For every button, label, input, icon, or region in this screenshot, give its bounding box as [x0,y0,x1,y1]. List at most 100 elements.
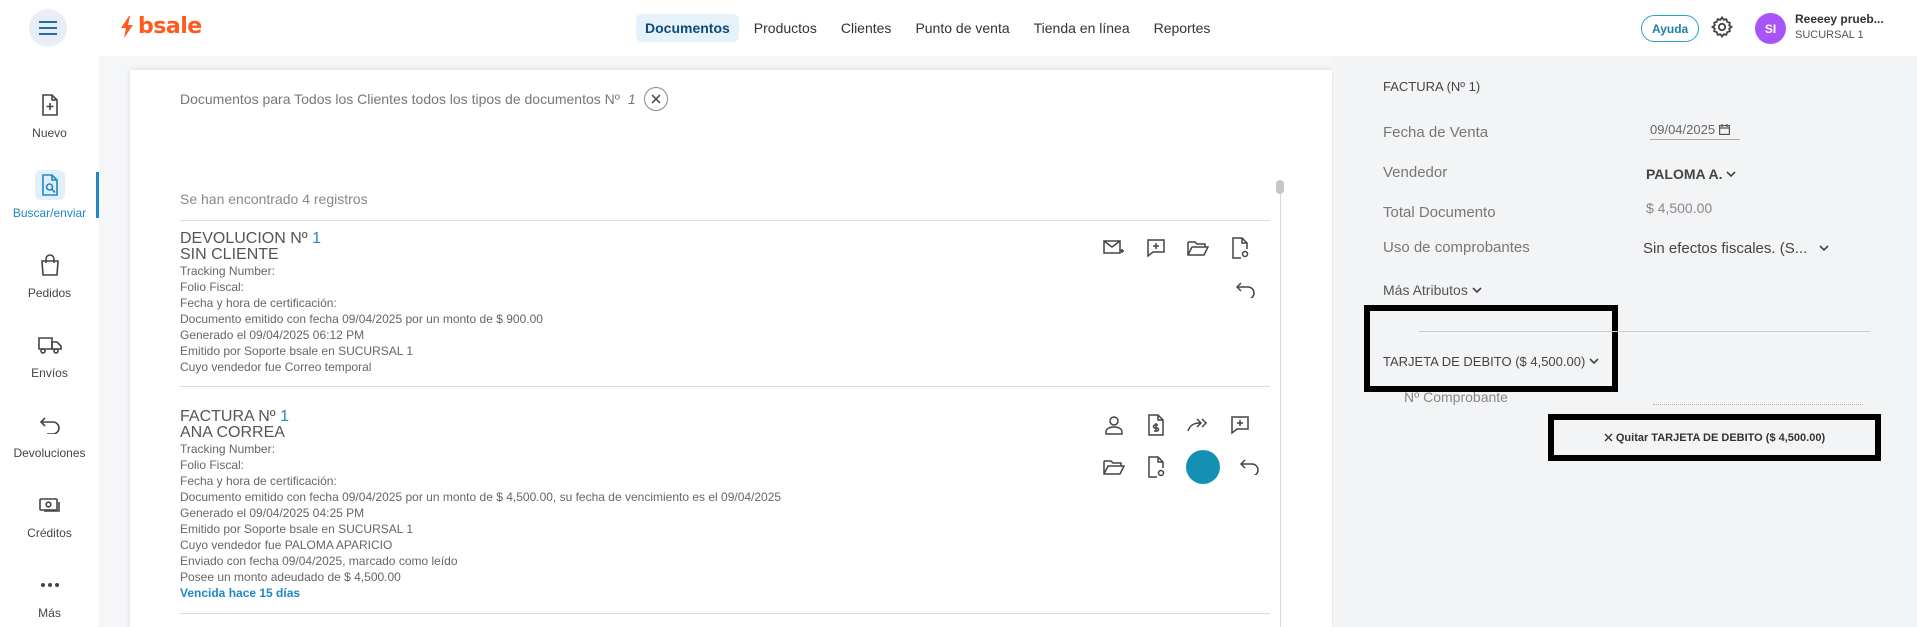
bag-icon [40,254,59,276]
help-button[interactable]: Ayuda [1641,15,1700,42]
payment-method-label: TARJETA DE DEBITO ($ 4,500.00) [1383,354,1586,369]
vendedor-label: Vendedor [1383,164,1448,181]
fecha-value: 09/04/2025 [1650,122,1716,137]
user-avatar[interactable]: SI [1755,13,1786,44]
record-actions [1102,236,1252,260]
sidebar-item-buscar-enviar[interactable]: Buscar/enviar [0,160,99,230]
nav-reportes[interactable]: Reportes [1145,14,1220,42]
search-summary-text: Documentos para Todos los Clientes todos… [180,91,620,107]
settings-button[interactable] [1710,15,1734,44]
sidebar-label: Buscar/enviar [12,206,87,220]
search-document-icon [41,174,58,196]
vendedor-select[interactable]: PALOMA A. [1646,166,1737,182]
scrollbar-track[interactable] [1280,194,1281,627]
hamburger-icon [39,21,57,35]
overdue-link[interactable]: Vencida hace 15 días [180,585,1260,601]
documents-panel: Documentos para Todos los Clientes todos… [130,70,1332,627]
calendar-icon[interactable] [1719,124,1731,135]
divider [180,613,1270,614]
return-document-button[interactable] [1234,278,1258,302]
primary-action-button[interactable] [1186,450,1220,484]
send-email-button[interactable] [1102,236,1126,260]
search-summary-number: 1 [627,91,636,107]
uso-value: Sin efectos fiscales. (S... [1643,240,1808,257]
nav-clientes[interactable]: Clientes [832,14,901,42]
credit-icon [38,498,60,512]
uso-select[interactable]: Sin efectos fiscales. (S... [1643,240,1829,257]
record-line: Generado el 09/04/2025 04:25 PM [180,506,365,520]
record-title: DEVOLUCION Nº 1 [180,230,321,247]
divider [180,220,1270,221]
record-line: Emitido por Soporte bsale en SUCURSAL 1 [180,344,414,358]
nav-productos[interactable]: Productos [745,14,826,42]
bsale-bolt-icon [121,15,133,38]
bsale-logo[interactable]: bsale [120,14,202,39]
forward-button[interactable] [1186,413,1210,437]
detail-heading: FACTURA (Nº 1) [1383,79,1481,94]
remove-payment-label: Quitar TARJETA DE DEBITO ($ 4,500.00) [1615,431,1826,444]
nav-tienda-en-linea[interactable]: Tienda en línea [1025,14,1139,42]
record-line: Fecha y hora de certificación: [180,296,337,310]
clear-search-button[interactable] [643,87,668,111]
user-branch: SUCURSAL 1 [1795,29,1864,41]
return-document-button[interactable] [1238,455,1262,479]
document-dollar-icon [1148,414,1164,436]
more-attributes-toggle[interactable]: Más Atributos [1383,282,1482,298]
sidebar-item-envios[interactable]: Envíos [0,320,99,390]
client-button[interactable] [1102,413,1126,437]
sidebar-item-nuevo[interactable]: Nuevo [0,80,99,150]
scrollbar-handle[interactable] [1276,180,1284,194]
sidebar-item-creditos[interactable]: Créditos [0,480,99,550]
sidebar-label: Devoluciones [13,446,86,460]
record-number[interactable]: 1 [280,408,289,425]
sidebar-item-pedidos[interactable]: Pedidos [0,240,99,310]
sidebar-label: Pedidos [27,286,72,300]
add-comment-button[interactable] [1144,236,1168,260]
user-name[interactable]: Reeeey prueb... [1795,12,1884,26]
close-icon [651,94,661,104]
sidebar: Nuevo Buscar/enviar Pedidos Envíos Devol… [0,56,99,627]
document-settings-button[interactable] [1144,455,1168,479]
mail-send-icon [1103,240,1124,254]
record-line: Posee un monto adeudado de $ 4,500.00 [180,570,401,584]
nav-documentos[interactable]: Documentos [636,14,739,42]
hamburger-menu-button[interactable] [29,9,67,47]
undo-icon [1236,282,1255,298]
record-line: Generado el 09/04/2025 06:12 PM [180,328,365,342]
record-actions-row2 [1102,450,1262,484]
remove-payment-button[interactable]: Quitar TARJETA DE DEBITO ($ 4,500.00) [1604,432,1825,444]
record-number[interactable]: 1 [312,230,321,247]
comment-add-icon [1231,416,1249,435]
comprobante-input[interactable] [1653,404,1863,405]
sidebar-item-devoluciones[interactable]: Devoluciones [0,400,99,470]
divider [180,386,1270,387]
main-nav: Documentos Productos Clientes Punto de v… [636,14,1219,42]
comment-add-icon [1147,239,1165,258]
record-line: Enviado con fecha 09/04/2025, marcado co… [180,554,458,568]
sidebar-item-mas[interactable]: Más [0,560,99,627]
open-folder-button[interactable] [1102,455,1126,479]
document-record[interactable]: DEVOLUCION Nº 1 SIN CLIENTE Tracking Num… [180,230,1260,375]
document-settings-button[interactable] [1228,236,1252,260]
open-folder-button[interactable] [1186,236,1210,260]
nav-punto-de-venta[interactable]: Punto de venta [906,14,1018,42]
highlight-box: Quitar TARJETA DE DEBITO ($ 4,500.00) [1548,414,1881,461]
document-record[interactable]: FACTURA Nº 1 ANA CORREA Tracking Number:… [180,408,1260,601]
logo-text: bsale [138,14,202,39]
gear-icon [1710,15,1734,39]
top-bar: bsale Documentos Productos Clientes Punt… [0,0,1917,56]
sidebar-label: Nuevo [32,126,67,140]
truck-icon [37,337,62,354]
fecha-input[interactable]: 09/04/2025 [1650,122,1740,140]
folder-open-icon [1187,241,1209,256]
search-summary: Documentos para Todos los Clientes todos… [180,87,668,111]
chevron-down-icon [1472,286,1482,293]
record-title: FACTURA Nº 1 [180,408,289,425]
more-icon [40,583,59,587]
return-icon [39,417,60,434]
payment-method-toggle[interactable]: TARJETA DE DEBITO ($ 4,500.00) [1383,354,1599,369]
record-client: ANA CORREA [180,424,285,441]
sidebar-label: Envíos [31,366,68,380]
document-payment-button[interactable] [1144,413,1168,437]
add-comment-button[interactable] [1228,413,1252,437]
